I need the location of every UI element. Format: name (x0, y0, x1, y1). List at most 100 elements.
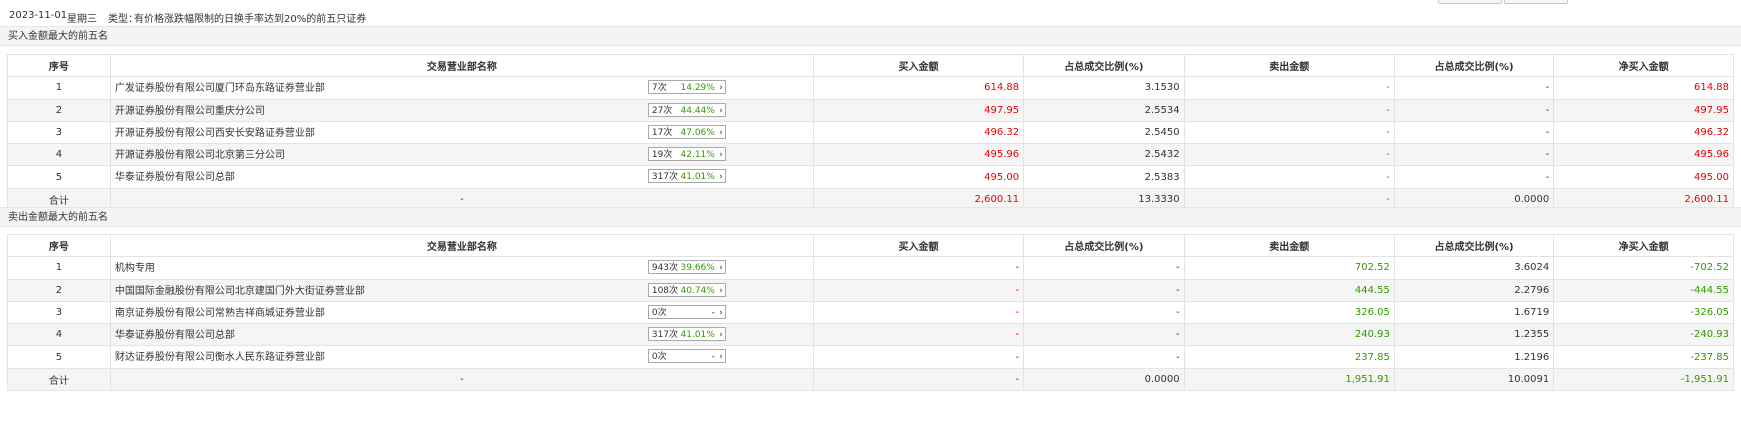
total-label: 合计 (7, 367, 111, 392)
total-net: -1,951.91 (1553, 367, 1734, 392)
buy-table-body: 1 广发证券股份有限公司厦门环岛东路证券营业部 7次 14.29% › 614.88 3.1… (7, 76, 1734, 212)
listing-stats-button[interactable]: 317次 41.01% › (647, 327, 726, 342)
rank-cell: 2 (7, 278, 111, 302)
listing-stats-button[interactable]: 19次 42.11% › (647, 147, 726, 162)
col-header-buy-amount: 买入金额 (812, 233, 1025, 258)
table-row: 5 财达证券股份有限公司衡水人民东路证券营业部 0次 - › - -237.85 1.2196… (7, 345, 1734, 369)
col-header-net-buy: 净买入金额 (1553, 233, 1734, 258)
listing-stats-button[interactable]: 7次 14.29% › (647, 80, 726, 95)
sell-cell: 702.52 (1183, 256, 1395, 280)
broker-name[interactable]: 华泰证券股份有限公司总部 (115, 326, 235, 341)
broker-name[interactable]: 机构专用 (115, 259, 155, 274)
buy-cell: 614.88 (812, 76, 1025, 100)
col-header-sell-ratio: 占总成交比例(%) (1393, 53, 1555, 78)
broker-name[interactable]: 南京证券股份有限公司常熟吉祥商城证券营业部 (115, 304, 325, 319)
broker-name[interactable]: 华泰证券股份有限公司总部 (115, 168, 235, 183)
broker-name[interactable]: 广发证券股份有限公司厦门环岛东路证券营业部 (115, 79, 325, 94)
listing-stats-button[interactable]: 0次 - › (647, 304, 726, 319)
sell-pct-cell: 1.2196 (1393, 345, 1555, 369)
broker-name[interactable]: 中国国际金融股份有限公司北京建国门外大街证券营业部 (115, 282, 365, 297)
broker-cell: 财达证券股份有限公司衡水人民东路证券营业部 0次 - › (109, 345, 814, 369)
sell-pct-cell: - (1393, 165, 1555, 189)
chevron-right-icon: › (719, 263, 723, 274)
listing-stats-button[interactable]: 17次 47.06% › (647, 124, 726, 139)
sell-cell: - (1183, 143, 1395, 167)
net-cell: 614.88 (1553, 76, 1734, 100)
win-rate: 47.06% (680, 127, 715, 138)
listing-count: 317次 (651, 172, 679, 183)
sell-cell: 326.05 (1183, 300, 1395, 325)
net-cell: -444.55 (1553, 278, 1734, 302)
table-row: 1 广发证券股份有限公司厦门环岛东路证券营业部 7次 14.29% › 614.88 3.1… (7, 76, 1734, 100)
total-sell-pct: 10.0091 (1393, 367, 1555, 392)
weekday: 星期三 (67, 14, 97, 25)
win-rate: 41.01% (680, 172, 715, 183)
net-cell: -702.52 (1553, 256, 1734, 280)
sell-pct-cell: 1.6719 (1393, 300, 1555, 325)
rank-cell: 5 (7, 345, 111, 369)
rank-cell: 4 (7, 323, 111, 347)
win-rate: 39.66% (680, 263, 715, 274)
listing-count: 27次 (651, 105, 673, 116)
listing-count: 7次 (651, 83, 667, 94)
broker-cell: 广发证券股份有限公司厦门环岛东路证券营业部 7次 14.29% › (109, 76, 814, 100)
win-rate: 40.74% (680, 285, 715, 296)
buy-pct-cell: 2.5383 (1023, 165, 1185, 189)
table-row: 5 华泰证券股份有限公司总部 317次 41.01% › 495.00 2.5383- -49… (7, 165, 1734, 189)
col-header-sell-amount: 卖出金额 (1183, 53, 1395, 78)
table-row: 2 开源证券股份有限公司重庆分公司 27次 44.44% › 497.95 2.5534- -… (7, 98, 1734, 122)
broker-name[interactable]: 财达证券股份有限公司衡水人民东路证券营业部 (115, 348, 325, 363)
sell-cell: 237.85 (1183, 345, 1395, 369)
buy-pct-cell: - (1023, 278, 1185, 302)
table-row: 4 华泰证券股份有限公司总部 317次 41.01% › - -240.93 1.2355 -2… (7, 323, 1734, 347)
broker-name[interactable]: 开源证券股份有限公司北京第三分公司 (115, 146, 285, 161)
sell-pct-cell: - (1393, 120, 1555, 145)
sell-cell: 240.93 (1183, 323, 1395, 347)
total-buy: - (812, 367, 1025, 392)
broker-name[interactable]: 开源证券股份有限公司重庆分公司 (115, 102, 265, 117)
sell-table-body: 1 机构专用 943次 39.66% › - -702.52 3.6024 -702.52 2 中国… (7, 256, 1734, 392)
buy-table: 序号 交易营业部名称 买入金额 占总成交比例(%) 卖出金额 占总成交比例(%) 净买入金额… (7, 53, 1734, 212)
chevron-right-icon: › (719, 83, 723, 94)
chevron-right-icon: › (719, 285, 723, 296)
net-cell: 495.96 (1553, 143, 1734, 167)
col-header-buy-ratio: 占总成交比例(%) (1023, 53, 1185, 78)
table-row: 4 开源证券股份有限公司北京第三分公司 19次 42.11% › 495.96 2.5432… (7, 143, 1734, 167)
listing-stats-button[interactable]: 0次 - › (647, 349, 726, 364)
buy-pct-cell: - (1023, 256, 1185, 280)
listing-count: 108次 (651, 285, 679, 296)
buy-cell: - (812, 278, 1025, 302)
listing-stats-button[interactable]: 943次 39.66% › (647, 260, 726, 275)
chevron-right-icon: › (719, 172, 723, 183)
broker-cell: 开源证券股份有限公司重庆分公司 27次 44.44% › (109, 98, 814, 122)
top-button-2[interactable] (1504, 0, 1568, 4)
broker-name[interactable]: 开源证券股份有限公司西安长安路证券营业部 (115, 124, 315, 139)
total-broker: - (109, 367, 814, 392)
buy-table-header: 序号 交易营业部名称 买入金额 占总成交比例(%) 卖出金额 占总成交比例(%) 净买入金额 (7, 53, 1734, 78)
listing-stats-button[interactable]: 27次 44.44% › (647, 102, 726, 117)
buy-cell: 496.32 (812, 120, 1025, 145)
col-header-buy-ratio: 占总成交比例(%) (1023, 233, 1185, 258)
chevron-right-icon: › (719, 352, 723, 363)
win-rate: 42.11% (680, 150, 715, 161)
buy-pct-cell: 2.5432 (1023, 143, 1185, 167)
buy-cell: - (812, 323, 1025, 347)
broker-cell: 华泰证券股份有限公司总部 317次 41.01% › (109, 323, 814, 347)
buy-cell: 495.96 (812, 143, 1025, 167)
chevron-right-icon: › (719, 330, 723, 341)
win-rate: 44.44% (680, 105, 715, 116)
listing-count: 0次 (651, 307, 667, 318)
buy-pct-cell: 2.5450 (1023, 120, 1185, 145)
sell-cell: - (1183, 165, 1395, 189)
top-button-1[interactable] (1438, 0, 1502, 4)
listing-stats-button[interactable]: 108次 40.74% › (647, 282, 726, 297)
broker-cell: 华泰证券股份有限公司总部 317次 41.01% › (109, 165, 814, 189)
sell-cell: - (1183, 98, 1395, 122)
sell-pct-cell: - (1393, 76, 1555, 100)
type-value: 有价格涨跌幅限制的日换手率达到20%的前五只证券 (134, 14, 367, 25)
rank-cell: 2 (7, 98, 111, 122)
total-row: 合计 - -0.0000 1,951.91 10.0091 -1,951.91 (7, 367, 1734, 392)
listing-stats-button[interactable]: 317次 41.01% › (647, 169, 726, 184)
listing-count: 17次 (651, 127, 673, 138)
col-header-sell-amount: 卖出金额 (1183, 233, 1395, 258)
